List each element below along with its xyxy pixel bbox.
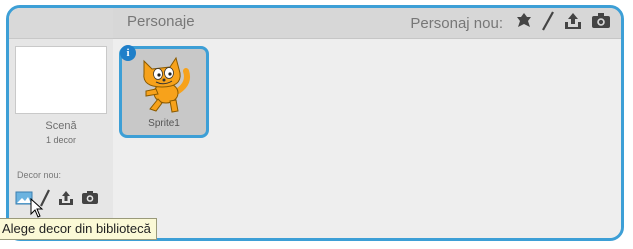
sprites-list: i Sprite1 <box>113 39 621 238</box>
camera-icon[interactable] <box>81 190 99 210</box>
new-sprite-label: Personaj nou: <box>410 14 503 32</box>
new-backdrop-label: Decor nou: <box>17 170 62 180</box>
sprites-title: Personaje <box>127 13 195 30</box>
sprite-tile[interactable]: i Sprite1 <box>119 45 209 138</box>
sprites-header: Personaje Personaj nou: <box>113 8 621 39</box>
camera-icon[interactable] <box>591 12 611 34</box>
sprite-name: Sprite1 <box>148 118 180 129</box>
stage-thumbnail[interactable] <box>15 46 107 114</box>
paint-icon[interactable] <box>541 10 555 36</box>
tooltip: Alege decor din bibliotecă <box>0 218 157 240</box>
new-sprite-toolbar: Personaj nou: <box>410 10 611 36</box>
stage-header <box>9 8 113 39</box>
upload-icon[interactable] <box>57 190 75 211</box>
backdrop-count: 1 decor <box>45 135 77 145</box>
upload-icon[interactable] <box>563 12 583 35</box>
cat-sprite-icon <box>143 56 190 113</box>
mouse-cursor-icon <box>30 198 44 218</box>
stage-title: Scenă <box>45 120 77 132</box>
stage-panel: Scenă 1 decor Decor nou: <box>9 8 114 238</box>
sprite-pane: Scenă 1 decor Decor nou: Personaje Perso… <box>6 5 624 241</box>
sprite-library-icon[interactable] <box>515 12 533 35</box>
